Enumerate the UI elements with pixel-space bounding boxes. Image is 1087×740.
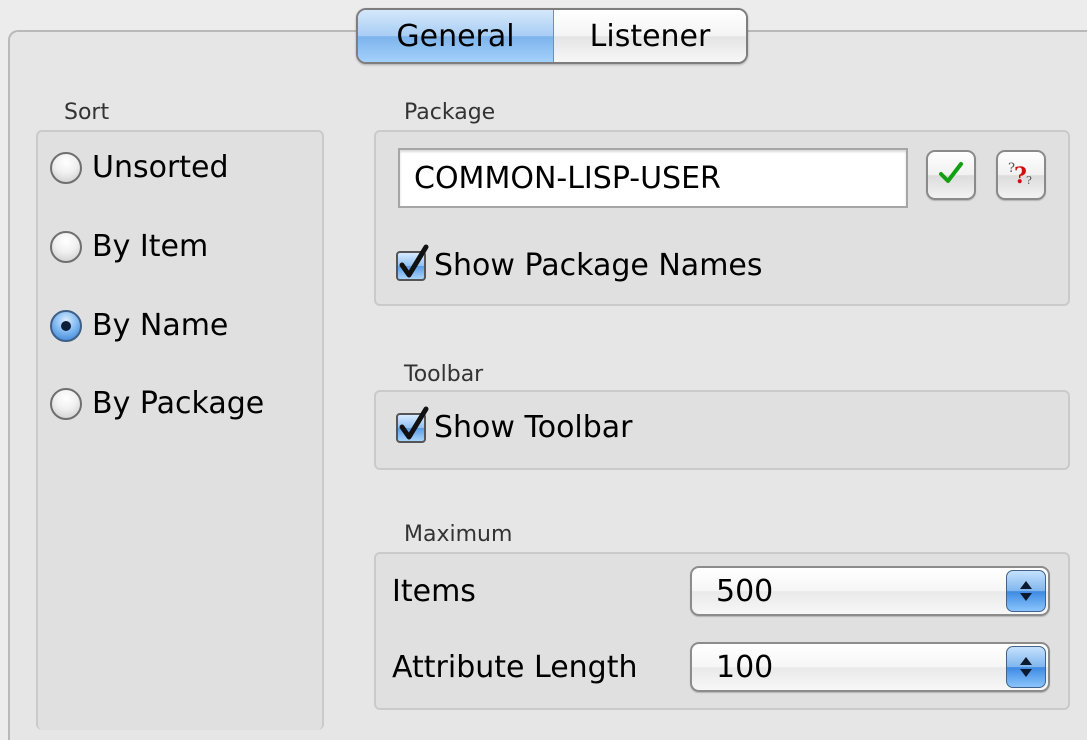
package-group-label: Package bbox=[404, 100, 496, 125]
radio-button[interactable] bbox=[50, 151, 82, 184]
radio-button[interactable] bbox=[50, 230, 82, 263]
checkbox-label: Show Toolbar bbox=[434, 410, 633, 445]
radio-button-selected[interactable] bbox=[50, 309, 82, 342]
svg-text:?: ? bbox=[1014, 163, 1027, 189]
arrow-down-icon[interactable] bbox=[1020, 669, 1032, 677]
sort-option-by-package[interactable]: By Package bbox=[50, 386, 264, 421]
sort-option-by-name[interactable]: By Name bbox=[50, 308, 228, 343]
tab-bar: General Listener bbox=[356, 8, 748, 64]
checkbox-label: Show Package Names bbox=[434, 248, 763, 283]
tab-general[interactable]: General bbox=[358, 10, 554, 62]
question-mark-icon: ? ? ? bbox=[1004, 156, 1038, 194]
arrow-up-icon[interactable] bbox=[1020, 657, 1032, 665]
sort-option-by-item[interactable]: By Item bbox=[50, 229, 208, 264]
sort-option-label: By Package bbox=[92, 386, 265, 421]
maximum-group-label: Maximum bbox=[404, 522, 513, 547]
checkmark-icon bbox=[936, 158, 966, 192]
sort-group-label: Sort bbox=[64, 100, 110, 125]
tab-listener[interactable]: Listener bbox=[554, 10, 746, 62]
show-package-names-checkbox[interactable]: Show Package Names bbox=[396, 244, 763, 283]
sort-option-label: By Item bbox=[92, 229, 209, 264]
svg-text:?: ? bbox=[1026, 174, 1032, 187]
checkbox-checked[interactable] bbox=[396, 406, 429, 443]
attribute-length-value[interactable]: 100 bbox=[716, 644, 773, 690]
radio-button[interactable] bbox=[50, 387, 82, 420]
checkbox-checked[interactable] bbox=[396, 244, 429, 281]
help-button[interactable]: ? ? ? bbox=[996, 150, 1046, 200]
attribute-length-stepper[interactable]: 100 bbox=[690, 642, 1050, 692]
items-label: Items bbox=[392, 574, 476, 609]
sort-option-unsorted[interactable]: Unsorted bbox=[50, 150, 229, 185]
items-value[interactable]: 500 bbox=[716, 568, 773, 614]
attribute-length-stepper-arrows[interactable] bbox=[1006, 646, 1046, 688]
confirm-button[interactable] bbox=[926, 150, 976, 200]
items-stepper[interactable]: 500 bbox=[690, 566, 1050, 616]
package-input[interactable]: COMMON-LISP-USER bbox=[398, 148, 908, 208]
attribute-length-label: Attribute Length bbox=[392, 650, 638, 685]
toolbar-group-label: Toolbar bbox=[404, 362, 484, 387]
sort-option-label: Unsorted bbox=[92, 150, 229, 185]
sort-group-box bbox=[36, 130, 324, 730]
arrow-up-icon[interactable] bbox=[1020, 581, 1032, 589]
items-stepper-arrows[interactable] bbox=[1006, 570, 1046, 612]
arrow-down-icon[interactable] bbox=[1020, 593, 1032, 601]
show-toolbar-checkbox[interactable]: Show Toolbar bbox=[396, 406, 633, 445]
sort-option-label: By Name bbox=[92, 308, 229, 343]
